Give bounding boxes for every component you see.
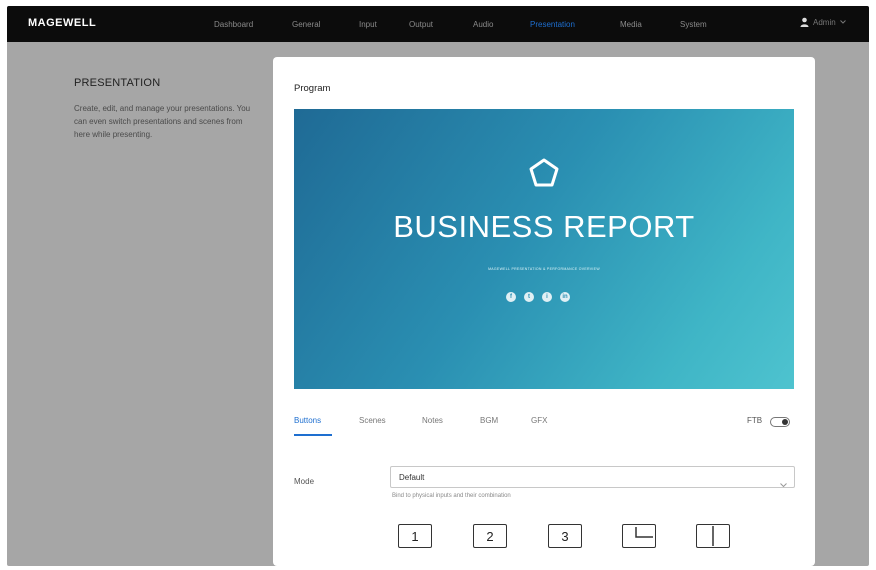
input-3-button[interactable]: 3	[548, 524, 582, 548]
nav-output[interactable]: Output	[409, 20, 433, 29]
split-layout-button[interactable]	[696, 524, 730, 548]
ftb-toggle[interactable]	[770, 417, 790, 427]
section-description: Create, edit, and manage your presentati…	[74, 104, 251, 139]
input-1-button[interactable]: 1	[398, 524, 432, 548]
nav-presentation[interactable]: Presentation	[530, 20, 575, 29]
input-2-button[interactable]: 2	[473, 524, 507, 548]
tab-notes[interactable]: Notes	[422, 416, 443, 425]
nav-input[interactable]: Input	[359, 20, 377, 29]
chevron-down-icon	[780, 475, 787, 493]
slide-subtitle: MAGEWELL PRESENTATION & PERFORMANCE OVER…	[488, 267, 600, 271]
user-icon	[800, 17, 809, 27]
mode-hint: Bind to physical inputs and their combin…	[392, 493, 511, 499]
split-layout-icon	[698, 526, 728, 546]
pip-layout-button[interactable]	[622, 524, 656, 548]
facebook-icon: f	[506, 292, 516, 302]
mode-value: Default	[399, 473, 425, 482]
panel-title: Program	[294, 83, 331, 94]
ftb-label: FTB	[747, 416, 763, 425]
toggle-knob	[782, 419, 788, 425]
nav-system[interactable]: System	[680, 20, 707, 29]
chevron-down-icon	[839, 20, 846, 24]
linkedin-icon: in	[560, 292, 570, 302]
instagram-icon: i	[542, 292, 552, 302]
program-panel: Program BUSINESS REPORT MAGEWELL PRESENT…	[273, 57, 815, 566]
nav-audio[interactable]: Audio	[473, 20, 493, 29]
slide-social-icons: f t i in	[506, 292, 570, 302]
tab-scenes[interactable]: Scenes	[359, 416, 386, 425]
top-navigation-bar: MAGEWELL Dashboard General Input Output …	[7, 6, 869, 42]
tab-bgm[interactable]: BGM	[480, 416, 498, 425]
nav-dashboard[interactable]: Dashboard	[214, 20, 253, 29]
user-menu[interactable]: Admin	[800, 17, 846, 27]
section-title: PRESENTATION	[74, 77, 161, 89]
nav-general[interactable]: General	[292, 20, 320, 29]
nav-media[interactable]: Media	[620, 20, 642, 29]
twitter-icon: t	[524, 292, 534, 302]
tab-buttons[interactable]: Buttons	[294, 416, 321, 425]
user-name: Admin	[813, 17, 836, 27]
magewell-logo[interactable]: MAGEWELL	[28, 17, 96, 29]
mode-label: Mode	[294, 477, 315, 486]
pip-layout-icon	[624, 526, 654, 546]
app-window: MAGEWELL Dashboard General Input Output …	[7, 6, 869, 566]
slide-title: BUSINESS REPORT	[393, 209, 695, 244]
tab-gfx[interactable]: GFX	[531, 416, 547, 425]
pentagon-logo-icon	[526, 155, 562, 196]
program-preview: BUSINESS REPORT MAGEWELL PRESENTATION & …	[294, 109, 794, 389]
active-tab-indicator	[294, 434, 332, 436]
mode-select[interactable]: Default	[390, 466, 795, 488]
